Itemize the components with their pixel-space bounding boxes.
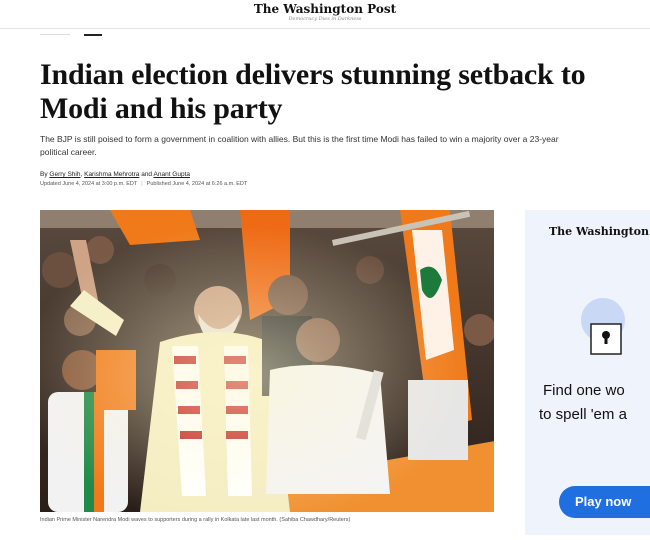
article-photo[interactable] bbox=[40, 210, 494, 512]
site-tagline: Democracy Dies in Darkness bbox=[288, 16, 362, 22]
ad-headline-line1: Find one wo bbox=[543, 382, 625, 399]
article-dek: The BJP is still poised to form a govern… bbox=[40, 134, 559, 157]
ad-illustration bbox=[575, 298, 631, 365]
updated-date: Updated June 4, 2024 at 3:00 p.m. EDT bbox=[40, 181, 138, 187]
published-date: Published June 4, 2024 at 6:26 a.m. EDT bbox=[146, 181, 248, 187]
divider bbox=[40, 34, 70, 35]
photo-caption: Indian Prime Minister Narendra Modi wave… bbox=[40, 517, 351, 523]
date-separator: | bbox=[141, 181, 143, 187]
ad-panel[interactable]: The Washington Post Find one wo to spell… bbox=[525, 210, 650, 535]
ad-headline-line2: to spell 'em a bbox=[539, 406, 627, 423]
article-headline: Indian election delivers stunning setbac… bbox=[40, 58, 586, 125]
ad-logo: The Washington Post bbox=[549, 225, 650, 238]
masthead: The Washington Post Democracy Dies in Da… bbox=[0, 0, 650, 29]
section-marker bbox=[84, 34, 102, 36]
author-link-1[interactable]: Gerry Shih bbox=[49, 171, 80, 178]
author-link-2[interactable]: Karishma Mehrotra bbox=[84, 171, 139, 178]
byline-prefix: By bbox=[40, 171, 48, 178]
author-separator-and: and bbox=[141, 171, 153, 178]
author-separator: , bbox=[80, 171, 83, 178]
article-dates: Updated June 4, 2024 at 3:00 p.m. EDT | Pu… bbox=[40, 181, 247, 187]
site-logo[interactable]: The Washington Post bbox=[0, 2, 650, 16]
play-now-button[interactable]: Play now bbox=[559, 486, 650, 518]
byline: By Gerry Shih, Karishma Mehrotra and Ana… bbox=[40, 171, 190, 178]
lock-icon bbox=[581, 298, 625, 355]
author-link-3[interactable]: Anant Gupta bbox=[154, 171, 191, 178]
rally-photo-illustration bbox=[40, 210, 494, 512]
